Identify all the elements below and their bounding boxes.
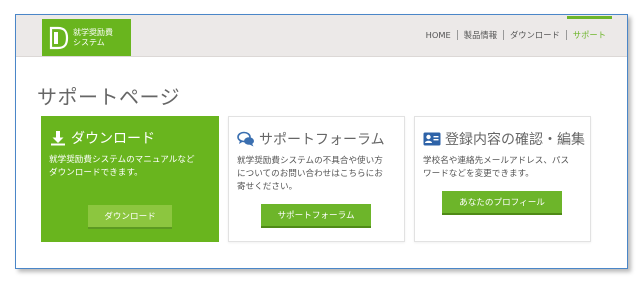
logo-text-line1: 就学奨励費 [73,27,113,37]
page-title: サポートページ [37,85,181,109]
support-forum-card-title: サポートフォーラム [237,129,385,149]
chat-bubbles-icon [237,131,255,147]
download-button[interactable]: ダウンロード [88,205,172,227]
description-line: ワードなどを変更できます。 [423,169,534,179]
download-card: ダウンロード 就学奨励費システムのマニュアルなど ダウンロードできます。 ダウン… [41,116,219,242]
description-line: ダウンロードできます。 [49,168,143,178]
nav-support[interactable]: サポート [566,16,613,41]
logo-text: 就学奨励費 システム [73,28,113,48]
profile-card-title: 登録内容の確認・編集 [423,129,585,149]
main-nav: HOME 製品情報 ダウンロード サポート [420,16,613,42]
download-card-description: 就学奨励費システムのマニュアルなど ダウンロードできます。 [49,154,195,180]
support-forum-card-title-text: サポートフォーラム [259,132,385,148]
description-line: 就学奨励費システムの不具合や使い方 [237,156,383,166]
profile-card: 登録内容の確認・編集 学校名や連絡先メールアドレス、パス ワードなどを変更できま… [414,116,591,242]
description-line: についてのお問い合わせはこちらにお [237,169,383,179]
nav-download[interactable]: ダウンロード [504,29,566,41]
site-header: 就学奨励費 システム HOME 製品情報 ダウンロード サポート [16,15,627,57]
support-forum-card-description: 就学奨励費システムの不具合や使い方 についてのお問い合わせはこちらにお 寄せくだ… [237,155,383,194]
support-forum-button[interactable]: サポートフォーラム [261,204,371,226]
id-card-icon [423,131,441,147]
site-logo[interactable]: 就学奨励費 システム [42,19,131,56]
profile-button[interactable]: あなたのプロフィール [442,191,562,213]
profile-card-description: 学校名や連絡先メールアドレス、パス ワードなどを変更できます。 [423,155,569,181]
description-line: 就学奨励費システムのマニュアルなど [49,155,195,165]
nav-products[interactable]: 製品情報 [458,29,503,41]
download-card-title: ダウンロード [49,128,155,148]
profile-card-title-text: 登録内容の確認・編集 [445,132,585,148]
nav-home[interactable]: HOME [420,30,457,40]
download-icon [49,130,67,146]
description-line: 寄せください。 [237,182,298,192]
browser-frame: 就学奨励費 システム HOME 製品情報 ダウンロード サポート サポートページ [15,14,628,269]
download-card-title-text: ダウンロード [71,131,155,147]
description-line: 学校名や連絡先メールアドレス、パス [423,156,570,166]
logo-mark-icon [48,25,70,51]
support-forum-card: サポートフォーラム 就学奨励費システムの不具合や使い方 についてのお問い合わせは… [228,116,405,242]
logo-text-line2: システム [73,37,105,47]
